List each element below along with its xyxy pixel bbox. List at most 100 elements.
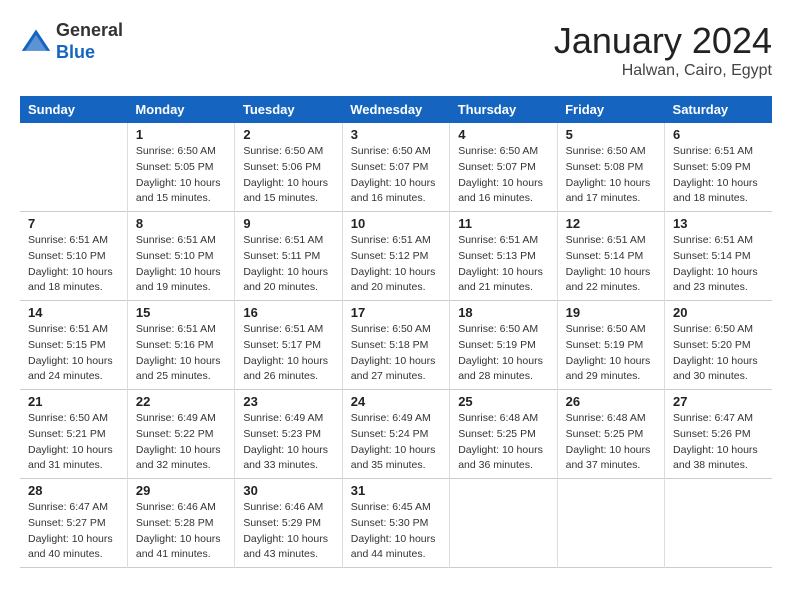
day-number: 21 [28, 394, 119, 409]
day-info: Sunrise: 6:46 AMSunset: 5:29 PMDaylight:… [243, 500, 333, 563]
day-info: Sunrise: 6:51 AMSunset: 5:10 PMDaylight:… [136, 233, 226, 296]
day-info: Sunrise: 6:51 AMSunset: 5:11 PMDaylight:… [243, 233, 333, 296]
col-monday: Monday [127, 96, 234, 123]
day-number: 13 [673, 216, 764, 231]
day-info: Sunrise: 6:51 AMSunset: 5:13 PMDaylight:… [458, 233, 548, 296]
day-info: Sunrise: 6:51 AMSunset: 5:15 PMDaylight:… [28, 322, 119, 385]
day-number: 14 [28, 305, 119, 320]
day-cell [665, 479, 772, 568]
logo-general: General [56, 20, 123, 40]
day-info: Sunrise: 6:50 AMSunset: 5:06 PMDaylight:… [243, 144, 333, 207]
week-row-1: 1 Sunrise: 6:50 AMSunset: 5:05 PMDaylight… [20, 123, 772, 212]
day-info: Sunrise: 6:50 AMSunset: 5:05 PMDaylight:… [136, 144, 226, 207]
day-number: 7 [28, 216, 119, 231]
day-info: Sunrise: 6:49 AMSunset: 5:23 PMDaylight:… [243, 411, 333, 474]
month-title: January 2024 [554, 20, 772, 62]
day-info: Sunrise: 6:50 AMSunset: 5:19 PMDaylight:… [566, 322, 656, 385]
day-cell: 11Sunrise: 6:51 AMSunset: 5:13 PMDayligh… [450, 212, 557, 301]
day-number: 17 [351, 305, 441, 320]
day-number: 29 [136, 483, 226, 498]
header-row: Sunday Monday Tuesday Wednesday Thursday… [20, 96, 772, 123]
day-cell: 27 Sunrise: 6:47 AMSunset: 5:26 PMDayligh… [665, 390, 772, 479]
day-info: Sunrise: 6:51 AMSunset: 5:10 PMDaylight:… [28, 233, 119, 296]
day-info: Sunrise: 6:51 AMSunset: 5:09 PMDaylight:… [673, 144, 764, 207]
col-wednesday: Wednesday [342, 96, 449, 123]
day-number: 4 [458, 127, 548, 142]
day-cell [450, 479, 557, 568]
day-cell: 8Sunrise: 6:51 AMSunset: 5:10 PMDaylight… [127, 212, 234, 301]
day-cell: 24 Sunrise: 6:49 AMSunset: 5:24 PMDayligh… [342, 390, 449, 479]
day-info: Sunrise: 6:46 AMSunset: 5:28 PMDaylight:… [136, 500, 226, 563]
day-cell: 10 Sunrise: 6:51 AMSunset: 5:12 PMDayligh… [342, 212, 449, 301]
day-cell: 26Sunrise: 6:48 AMSunset: 5:25 PMDayligh… [557, 390, 664, 479]
day-cell: 22 Sunrise: 6:49 AMSunset: 5:22 PMDayligh… [127, 390, 234, 479]
day-info: Sunrise: 6:50 AMSunset: 5:18 PMDaylight:… [351, 322, 441, 385]
day-number: 25 [458, 394, 548, 409]
col-thursday: Thursday [450, 96, 557, 123]
week-row-3: 14 Sunrise: 6:51 AMSunset: 5:15 PMDayligh… [20, 301, 772, 390]
day-cell: 14 Sunrise: 6:51 AMSunset: 5:15 PMDayligh… [20, 301, 127, 390]
day-number: 3 [351, 127, 441, 142]
day-info: Sunrise: 6:45 AMSunset: 5:30 PMDaylight:… [351, 500, 441, 563]
day-cell [557, 479, 664, 568]
logo-text: General Blue [56, 20, 123, 63]
day-info: Sunrise: 6:51 AMSunset: 5:12 PMDaylight:… [351, 233, 441, 296]
week-row-2: 7 Sunrise: 6:51 AMSunset: 5:10 PMDaylight… [20, 212, 772, 301]
calendar-table: Sunday Monday Tuesday Wednesday Thursday… [20, 96, 772, 568]
title-block: January 2024 Halwan, Cairo, Egypt [554, 20, 772, 80]
day-cell: 13 Sunrise: 6:51 AMSunset: 5:14 PMDayligh… [665, 212, 772, 301]
day-cell: 15Sunrise: 6:51 AMSunset: 5:16 PMDayligh… [127, 301, 234, 390]
day-cell: 6 Sunrise: 6:51 AMSunset: 5:09 PMDaylight… [665, 123, 772, 212]
day-number: 23 [243, 394, 333, 409]
day-number: 26 [566, 394, 656, 409]
day-number: 24 [351, 394, 441, 409]
day-info: Sunrise: 6:47 AMSunset: 5:27 PMDaylight:… [28, 500, 119, 563]
day-cell: 3 Sunrise: 6:50 AMSunset: 5:07 PMDaylight… [342, 123, 449, 212]
col-sunday: Sunday [20, 96, 127, 123]
day-info: Sunrise: 6:50 AMSunset: 5:20 PMDaylight:… [673, 322, 764, 385]
day-number: 5 [566, 127, 656, 142]
day-number: 27 [673, 394, 764, 409]
day-cell: 17 Sunrise: 6:50 AMSunset: 5:18 PMDayligh… [342, 301, 449, 390]
day-number: 30 [243, 483, 333, 498]
day-number: 2 [243, 127, 333, 142]
day-cell: 31 Sunrise: 6:45 AMSunset: 5:30 PMDayligh… [342, 479, 449, 568]
calendar-body: 1 Sunrise: 6:50 AMSunset: 5:05 PMDaylight… [20, 123, 772, 568]
day-info: Sunrise: 6:49 AMSunset: 5:22 PMDaylight:… [136, 411, 226, 474]
day-info: Sunrise: 6:50 AMSunset: 5:19 PMDaylight:… [458, 322, 548, 385]
day-cell: 25 Sunrise: 6:48 AMSunset: 5:25 PMDayligh… [450, 390, 557, 479]
week-row-5: 28 Sunrise: 6:47 AMSunset: 5:27 PMDayligh… [20, 479, 772, 568]
day-info: Sunrise: 6:47 AMSunset: 5:26 PMDaylight:… [673, 411, 764, 474]
day-cell: 9Sunrise: 6:51 AMSunset: 5:11 PMDaylight… [235, 212, 342, 301]
day-number: 22 [136, 394, 226, 409]
day-info: Sunrise: 6:51 AMSunset: 5:14 PMDaylight:… [673, 233, 764, 296]
col-friday: Friday [557, 96, 664, 123]
day-cell: 4Sunrise: 6:50 AMSunset: 5:07 PMDaylight… [450, 123, 557, 212]
logo-icon [20, 26, 52, 58]
day-number: 18 [458, 305, 548, 320]
day-info: Sunrise: 6:51 AMSunset: 5:16 PMDaylight:… [136, 322, 226, 385]
calendar-header: Sunday Monday Tuesday Wednesday Thursday… [20, 96, 772, 123]
day-number: 1 [136, 127, 226, 142]
day-number: 31 [351, 483, 441, 498]
day-info: Sunrise: 6:50 AMSunset: 5:08 PMDaylight:… [566, 144, 656, 207]
day-info: Sunrise: 6:50 AMSunset: 5:07 PMDaylight:… [351, 144, 441, 207]
day-cell: 20 Sunrise: 6:50 AMSunset: 5:20 PMDayligh… [665, 301, 772, 390]
day-number: 28 [28, 483, 119, 498]
day-number: 20 [673, 305, 764, 320]
day-number: 12 [566, 216, 656, 231]
day-cell: 16Sunrise: 6:51 AMSunset: 5:17 PMDayligh… [235, 301, 342, 390]
day-info: Sunrise: 6:51 AMSunset: 5:14 PMDaylight:… [566, 233, 656, 296]
day-number: 10 [351, 216, 441, 231]
day-cell: 30 Sunrise: 6:46 AMSunset: 5:29 PMDayligh… [235, 479, 342, 568]
day-cell: 21Sunrise: 6:50 AMSunset: 5:21 PMDayligh… [20, 390, 127, 479]
day-cell: 2 Sunrise: 6:50 AMSunset: 5:06 PMDaylight… [235, 123, 342, 212]
day-info: Sunrise: 6:48 AMSunset: 5:25 PMDaylight:… [458, 411, 548, 474]
col-saturday: Saturday [665, 96, 772, 123]
day-cell: 5 Sunrise: 6:50 AMSunset: 5:08 PMDaylight… [557, 123, 664, 212]
day-cell: 7 Sunrise: 6:51 AMSunset: 5:10 PMDaylight… [20, 212, 127, 301]
location: Halwan, Cairo, Egypt [554, 62, 772, 80]
day-info: Sunrise: 6:49 AMSunset: 5:24 PMDaylight:… [351, 411, 441, 474]
week-row-4: 21Sunrise: 6:50 AMSunset: 5:21 PMDayligh… [20, 390, 772, 479]
day-number: 6 [673, 127, 764, 142]
